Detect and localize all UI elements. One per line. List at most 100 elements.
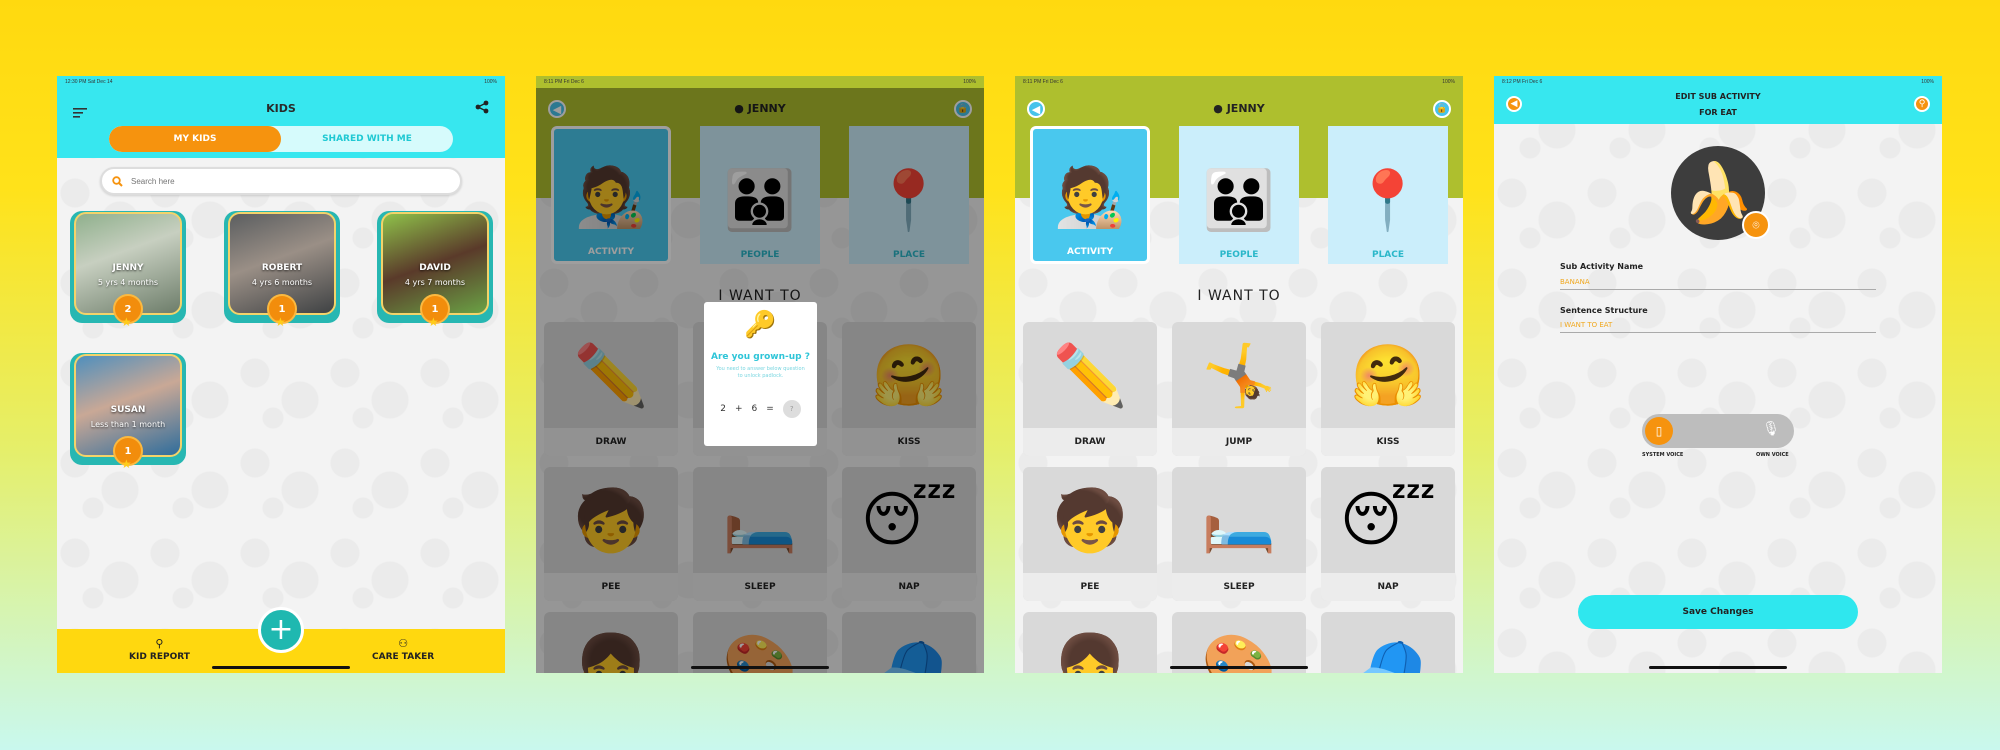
kiss-illustration: 🤗 [1350,340,1426,411]
kid-card-susan[interactable]: SUSAN Less than 1 month 1 ★ [70,353,186,471]
kids-header: 12:30 PM Sat Dec 14 100% KIDS MY KIDS SH… [57,76,505,158]
status-battery: 100% [1921,79,1934,85]
place-illustration: 📍 [1351,165,1425,234]
jump-illustration: 🤸 [1201,340,1277,411]
activity-label: PEE [1023,573,1157,601]
kids-segmented-control: MY KIDS SHARED WITH ME [109,126,453,152]
activity-tile-kiss[interactable]: 🤗 KISS [1321,322,1455,456]
star-icon: ★ [121,315,132,329]
status-battery: 100% [963,79,976,85]
category-label: PLACE [1371,250,1405,260]
edit-header: 8:12 PM Fri Dec 6 100% ◀ EDIT SUB ACTIVI… [1494,76,1942,124]
kid-card-robert[interactable]: ROBERT 4 yrs 6 months 1 ★ [224,211,340,329]
home-indicator [1170,666,1308,669]
kid-age: Less than 1 month [90,420,166,429]
mic-icon: 🎙 [1762,421,1780,437]
answer-input[interactable]: ? [782,400,801,418]
page-title: EDIT SUB ACTIVITY [1675,92,1761,101]
nap-illustration: 😴 [1339,485,1437,555]
search-icon[interactable]: ⚲ [1914,96,1930,112]
activity-tile-more[interactable]: 🎨 [1172,612,1306,673]
status-time: 8:11 PM Fri Dec 6 [1023,79,1063,85]
activity-label: SLEEP [1172,573,1306,601]
kid-age: 4 yrs 6 months [251,278,313,287]
kid-card-jenny[interactable]: JENNY 5 yrs 4 months 2 ★ [70,211,186,329]
status-bar: 8:11 PM Fri Dec 6 100% [536,76,984,88]
star-icon: ★ [275,315,286,329]
avatar: ● [1213,102,1227,115]
page-title: KIDS [266,102,296,115]
more-illustration: 👧 [1052,630,1128,674]
activity-label: KISS [1321,428,1455,456]
activity-label: DRAW [1023,428,1157,456]
caretaker-icon: ⚇ [398,637,409,650]
plus-icon: + [268,612,294,647]
kid-name: DAVID [419,263,451,273]
home-indicator [691,666,829,669]
kid-card-david[interactable]: DAVID 4 yrs 7 months 1 ★ [377,211,493,329]
activity-tile-draw[interactable]: ✏️ DRAW [1023,322,1157,456]
activity-tile-jump[interactable]: 🤸 JUMP [1172,322,1306,456]
activity-illustration: 🧑‍🎨 [1053,162,1127,231]
status-time: 12:30 PM Sat Dec 14 [65,79,113,85]
status-bar: 8:11 PM Fri Dec 6 100% [1015,76,1463,88]
board-screen-locked: 8:11 PM Fri Dec 6 100% ◀ ● JENNY 🔒 🧑‍🎨 AC… [536,76,984,673]
kid-name: SUSAN [110,405,146,415]
report-icon: ⚲ [155,637,164,650]
activity-label: NAP [1321,573,1455,601]
more-illustration: 🎨 [1201,630,1277,674]
grown-up-dialog: 🔑 Are you grown-up ? You need to answer … [704,302,817,446]
math-question: 2 + 6 = ? [704,400,817,418]
edit-sub-activity-screen: 8:12 PM Fri Dec 6 100% ◀ EDIT SUB ACTIVI… [1494,76,1942,673]
sub-activity-name-label: Sub Activity Name [1560,262,1644,271]
dialog-subtitle: You need to answer below question to unl… [716,366,805,379]
search-input[interactable] [131,176,431,186]
operator: + [734,404,743,414]
voice-toggle[interactable]: ▯ 🎙 [1642,414,1794,448]
sentence-structure-input[interactable]: I WANT TO EAT [1560,321,1876,333]
activity-tile-more[interactable]: 🧢 [1321,612,1455,673]
home-indicator [212,666,350,669]
pee-illustration: 🧒 [1052,485,1128,556]
search-icon [112,172,123,191]
add-kid-button[interactable]: + [258,607,304,653]
system-voice-label: SYSTEM VOICE [1642,452,1684,458]
status-battery: 100% [484,79,497,85]
star-icon: ★ [121,457,132,471]
camera-icon[interactable]: ⌾ [1742,211,1770,239]
category-label: ACTIVITY [1066,247,1114,257]
status-time: 8:11 PM Fri Dec 6 [544,79,584,85]
category-place[interactable]: 📍 PLACE [1328,126,1448,264]
status-bar: 12:30 PM Sat Dec 14 100% [57,76,505,88]
user-name: ● JENNY [1015,102,1463,115]
unlock-icon[interactable]: 🔓 [1433,100,1451,118]
kids-screen: 12:30 PM Sat Dec 14 100% KIDS MY KIDS SH… [57,76,505,673]
phone-icon: ▯ [1645,417,1673,445]
nav-label: KID REPORT [129,652,190,662]
sentence-structure-label: Sentence Structure [1560,306,1648,315]
sub-activity-name-input[interactable]: BANANA [1560,278,1876,290]
category-people[interactable]: 👪 PEOPLE [1179,126,1299,264]
kid-name: ROBERT [261,263,303,273]
save-changes-button[interactable]: Save Changes [1578,595,1858,629]
category-activity[interactable]: 🧑‍🎨 ACTIVITY [1030,126,1150,264]
activity-tile-sleep[interactable]: 🛏️ SLEEP [1172,467,1306,601]
nav-label: CARE TAKER [372,652,435,662]
star-icon: ★ [428,315,439,329]
nav-care-taker[interactable]: ⚇ CARE TAKER [372,637,434,662]
nav-kid-report[interactable]: ⚲ KID REPORT [129,637,190,662]
activity-tile-pee[interactable]: 🧒 PEE [1023,467,1157,601]
operand-a: 2 [720,404,726,414]
section-heading: I WANT TO [1197,288,1281,304]
sleep-illustration: 🛏️ [1201,485,1277,556]
activity-label: JUMP [1172,428,1306,456]
share-icon[interactable] [475,100,489,118]
user-name-label: JENNY [1226,102,1265,115]
kid-name: JENNY [112,263,144,273]
people-illustration: 👪 [1202,165,1276,234]
more-illustration: 🧢 [1350,630,1426,674]
tab-my-kids[interactable]: MY KIDS [109,126,281,152]
tab-shared-with-me[interactable]: SHARED WITH ME [281,126,453,152]
activity-tile-more[interactable]: 👧 [1023,612,1157,673]
activity-tile-nap[interactable]: 😴 NAP [1321,467,1455,601]
